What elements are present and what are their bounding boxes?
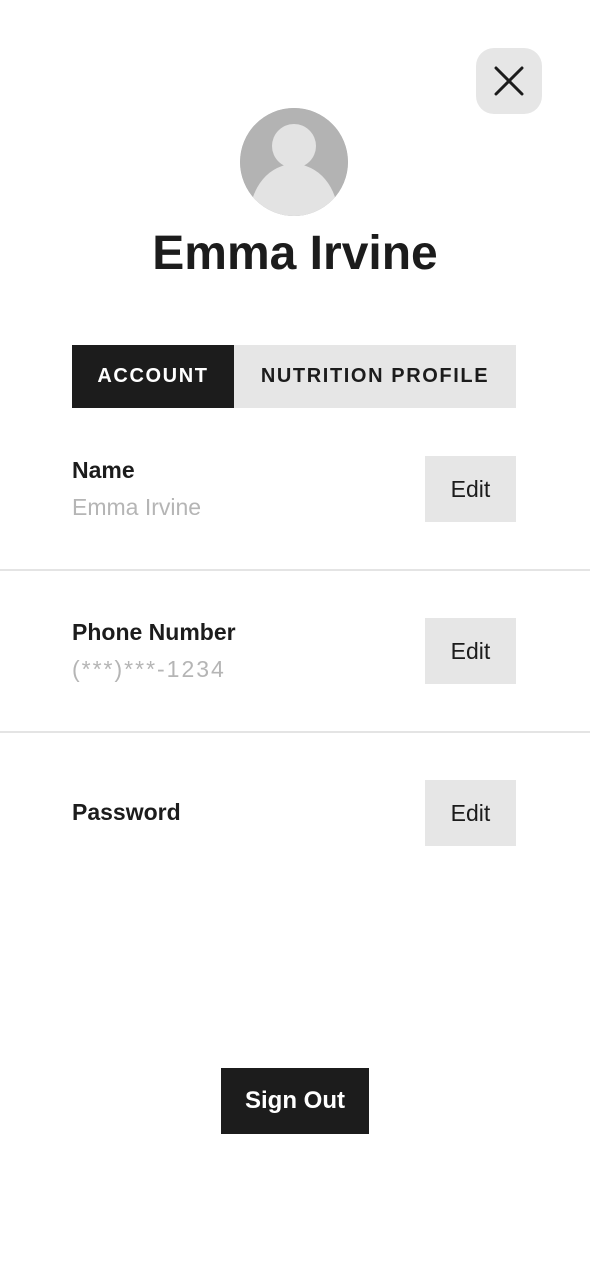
divider [0, 569, 590, 571]
close-button[interactable] [476, 48, 542, 114]
phone-number-value: (***)***-1234 [72, 656, 226, 682]
name-label: Name [72, 457, 135, 483]
profile-screen: Emma Irvine ACCOUNT NUTRITION PROFILE Na… [0, 0, 590, 1278]
divider [0, 731, 590, 733]
password-label: Password [72, 799, 181, 825]
avatar [240, 108, 348, 216]
edit-name-button[interactable]: Edit [425, 456, 516, 522]
phone-number-label: Phone Number [72, 619, 236, 645]
name-value: Emma Irvine [72, 494, 202, 520]
edit-phone-button[interactable]: Edit [425, 618, 516, 684]
user-avatar-icon [240, 108, 348, 216]
close-icon [494, 66, 524, 96]
profile-tabs: ACCOUNT NUTRITION PROFILE [72, 345, 516, 408]
edit-password-button[interactable]: Edit [425, 780, 516, 846]
profile-name: Emma Irvine [152, 227, 438, 280]
sign-out-button[interactable]: Sign Out [221, 1068, 369, 1134]
tab-account[interactable]: ACCOUNT [72, 345, 234, 408]
tab-nutrition-profile[interactable]: NUTRITION PROFILE [234, 345, 516, 408]
